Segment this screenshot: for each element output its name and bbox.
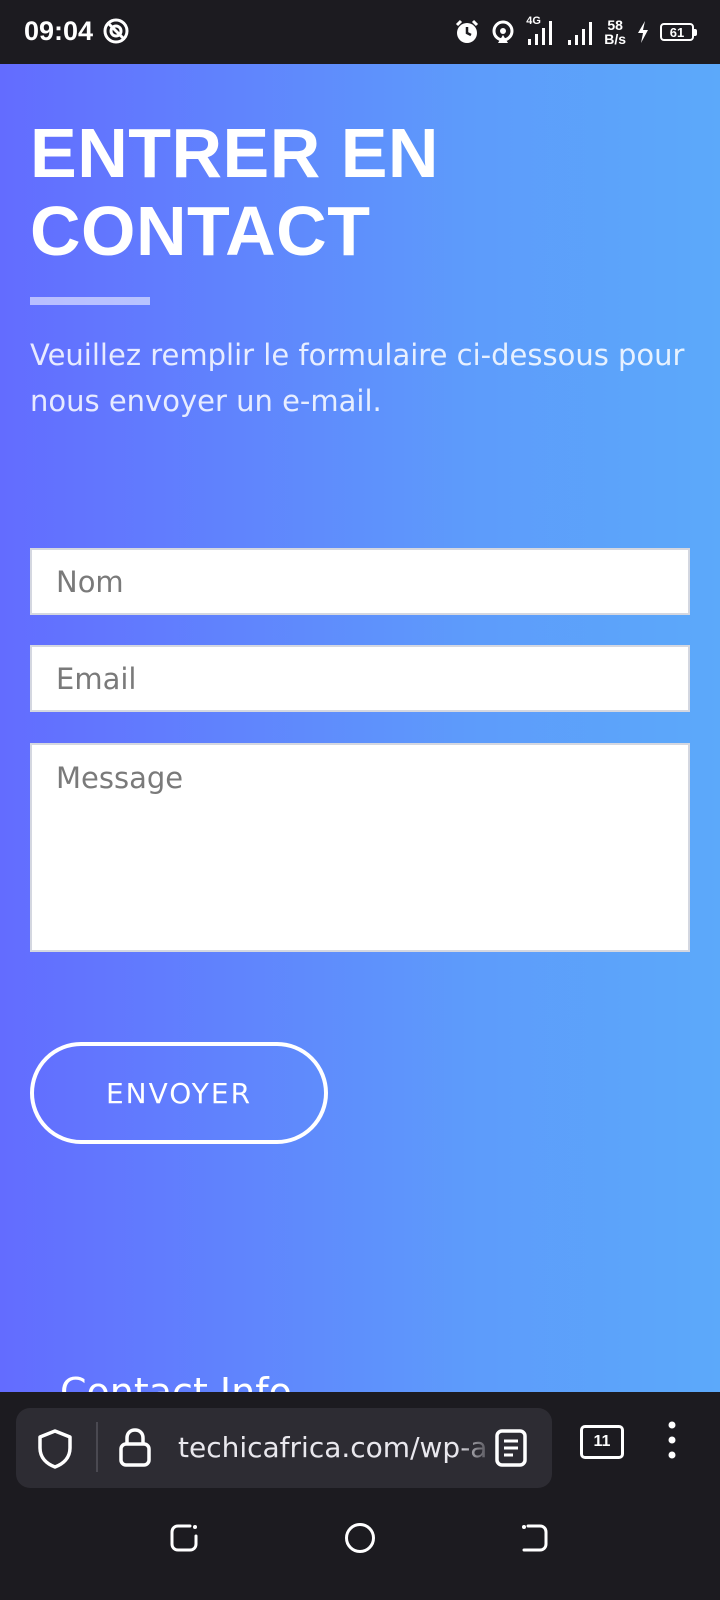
charging-icon bbox=[638, 21, 648, 43]
do-not-disturb-icon bbox=[103, 18, 129, 44]
web-content: ENTRER EN CONTACT Veuillez remplir le fo… bbox=[0, 64, 720, 1392]
signal-4g: 4G bbox=[526, 15, 556, 47]
lock-icon[interactable] bbox=[118, 1426, 152, 1468]
battery-level: 61 bbox=[669, 24, 685, 40]
url-fade bbox=[456, 1424, 496, 1472]
more-menu-icon[interactable] bbox=[668, 1420, 676, 1460]
network-speed-value: 58 bbox=[607, 17, 623, 33]
network-speed: 58 B/s bbox=[604, 18, 626, 46]
intro-text: Veuillez remplir le formulaire ci-dessou… bbox=[30, 338, 685, 418]
system-nav-bar bbox=[0, 1488, 720, 1600]
home-icon[interactable] bbox=[344, 1522, 376, 1554]
status-icons: 4G 58 B/s 61 bbox=[454, 14, 697, 50]
send-button[interactable]: ENVOYER bbox=[30, 1042, 328, 1144]
page-title: ENTRER EN CONTACT bbox=[30, 114, 439, 270]
tab-count: 11 bbox=[593, 1433, 611, 1450]
address-divider bbox=[96, 1422, 98, 1472]
email-field[interactable] bbox=[30, 645, 690, 712]
status-bar: 09:04 4G 58 B/s 61 bbox=[0, 0, 720, 64]
status-time: 09:04 bbox=[24, 16, 129, 47]
clock-time: 09:04 bbox=[24, 16, 94, 46]
name-field[interactable] bbox=[30, 548, 690, 615]
back-icon[interactable] bbox=[518, 1522, 550, 1554]
battery-indicator: 61 bbox=[660, 23, 697, 41]
browser-toolbar: techicafrica.com/wp-a 11 bbox=[0, 1392, 720, 1488]
signal-bars-icon bbox=[528, 21, 553, 45]
title-underline bbox=[30, 297, 150, 305]
contact-info-heading: Contact Info bbox=[60, 1370, 292, 1392]
signal-bars-2-icon bbox=[568, 22, 593, 45]
url-text[interactable]: techicafrica.com/wp-a bbox=[178, 1428, 488, 1468]
message-field[interactable] bbox=[30, 743, 690, 952]
recents-icon[interactable] bbox=[168, 1522, 200, 1554]
reader-mode-icon[interactable] bbox=[494, 1428, 528, 1468]
tabs-button[interactable]: 11 bbox=[580, 1425, 624, 1459]
address-bar[interactable]: techicafrica.com/wp-a bbox=[16, 1408, 552, 1488]
alarm-icon bbox=[456, 19, 479, 43]
hotspot-icon bbox=[492, 20, 514, 43]
network-speed-unit: B/s bbox=[604, 31, 626, 47]
shield-icon[interactable] bbox=[36, 1428, 74, 1470]
